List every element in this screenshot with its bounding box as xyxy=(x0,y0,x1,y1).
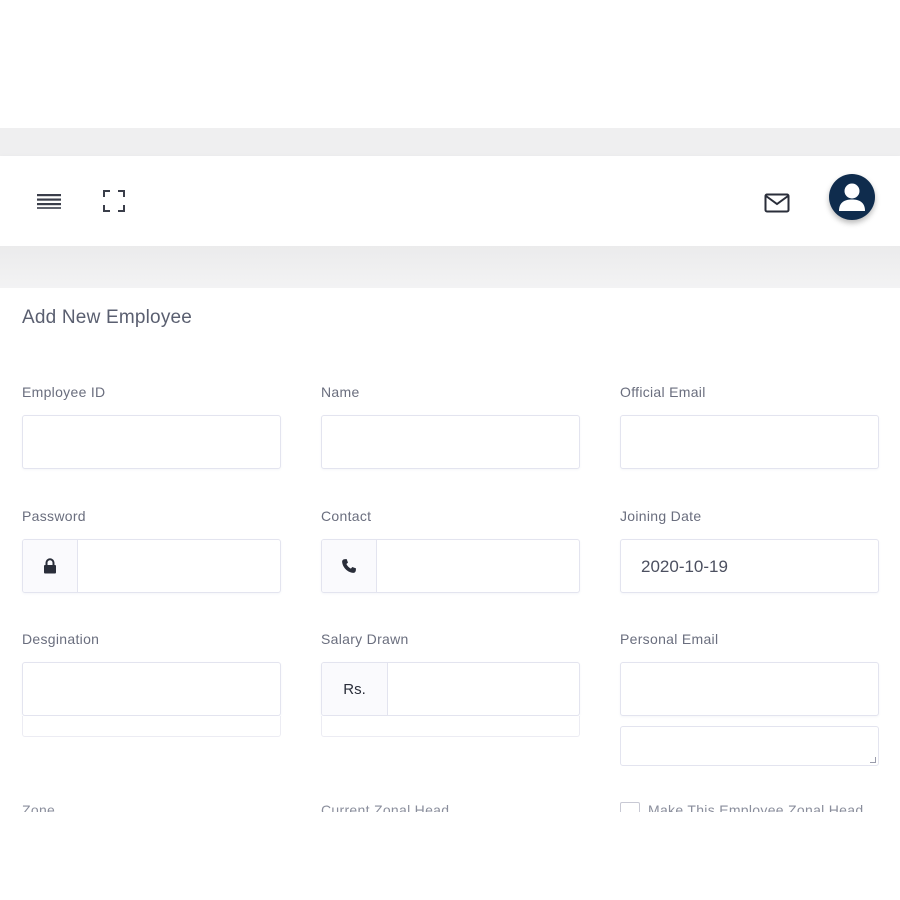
salary-drawn-label: Salary Drawn xyxy=(321,631,409,647)
official-email-input[interactable] xyxy=(620,415,879,469)
salary-drawn-input[interactable] xyxy=(388,663,579,715)
password-label: Password xyxy=(22,508,86,524)
content-band xyxy=(0,246,900,288)
lock-icon xyxy=(23,540,78,592)
personal-email-input[interactable] xyxy=(620,662,879,716)
official-email-label: Official Email xyxy=(620,384,706,400)
salary-dropdown-edge xyxy=(321,716,580,737)
joining-date-label: Joining Date xyxy=(620,508,702,524)
phone-icon xyxy=(322,540,377,592)
resize-handle-icon[interactable] xyxy=(870,757,876,763)
make-zonal-head-checkbox[interactable] xyxy=(620,802,640,812)
employee-id-label: Employee ID xyxy=(22,384,106,400)
name-label: Name xyxy=(321,384,360,400)
contact-input[interactable] xyxy=(377,540,579,592)
contact-field xyxy=(321,539,580,593)
personal-email-label: Personal Email xyxy=(620,631,719,647)
password-field xyxy=(22,539,281,593)
password-input[interactable] xyxy=(78,540,280,592)
current-zonal-head-label: Current Zonal Head xyxy=(321,802,450,812)
salary-drawn-field: Rs. xyxy=(321,662,580,716)
make-zonal-head-label: Make This Employee Zonal Head xyxy=(648,802,864,812)
fullscreen-expand-icon[interactable] xyxy=(100,186,128,216)
user-avatar-icon[interactable] xyxy=(829,174,875,220)
envelope-icon[interactable] xyxy=(762,190,792,216)
top-band xyxy=(0,128,900,156)
designation-input[interactable] xyxy=(22,662,281,716)
zone-label: Zone xyxy=(22,802,56,812)
cutoff-row: Zone Current Zonal Head Make This Employ… xyxy=(0,802,900,812)
salary-currency-prefix: Rs. xyxy=(322,663,388,715)
joining-date-input[interactable]: 2020-10-19 xyxy=(620,539,879,593)
contact-label: Contact xyxy=(321,508,372,524)
hamburger-menu-icon[interactable] xyxy=(34,188,64,214)
address-textarea[interactable] xyxy=(620,726,879,766)
designation-dropdown-edge xyxy=(22,716,281,737)
name-input[interactable] xyxy=(321,415,580,469)
designation-label: Desgination xyxy=(22,631,100,647)
page-title: Add New Employee xyxy=(22,307,193,328)
employee-id-input[interactable] xyxy=(22,415,281,469)
joining-date-value: 2020-10-19 xyxy=(641,557,728,576)
